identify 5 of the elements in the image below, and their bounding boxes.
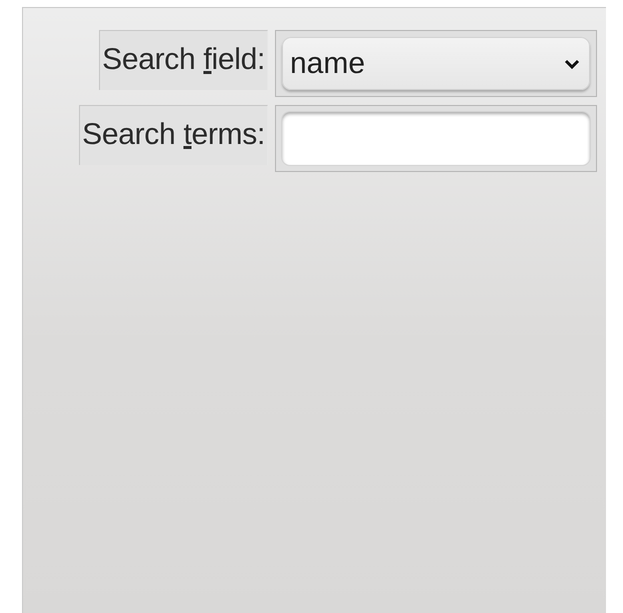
field-label: Search field: [99,30,268,90]
field-label: Search terms: [79,105,268,165]
caret-icon [564,58,580,70]
search-terms-field[interactable] [282,112,590,165]
search-field-dropdown[interactable]: name [282,37,590,90]
